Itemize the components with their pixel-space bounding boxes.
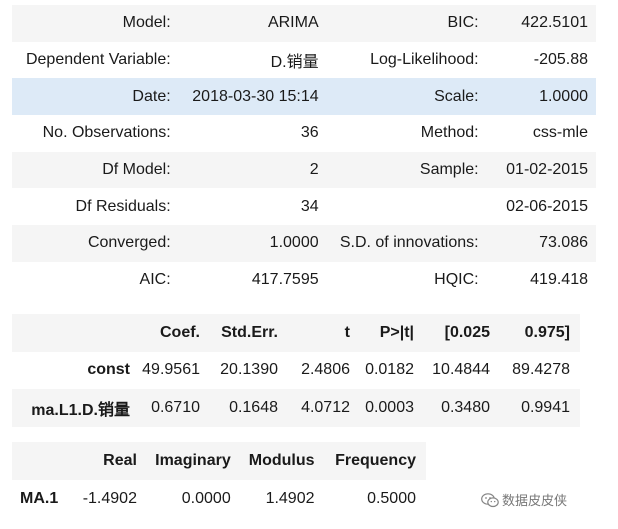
table-cell: 89.4278: [512, 361, 570, 379]
summary-label: No. Observations:: [42, 124, 171, 142]
table-cell: 0.5000: [367, 490, 416, 507]
summary-value: 73.086: [478, 225, 596, 262]
summary-row: Dependent Variable: D.销量 Log-Likelihood:…: [12, 42, 596, 79]
table-cell: 1.4902: [265, 490, 315, 507]
model-summary-table: Model: ARIMA BIC: 422.5101 Dependent Var…: [12, 5, 596, 299]
summary-row: AIC: 417.7595 HQIC: 419.418: [12, 262, 596, 299]
table-row: ma.L1.D.销量 0.6710 0.1648 4.0712 0.0003 0…: [12, 389, 580, 427]
summary-row: Df Model: 2 Sample: 01-02-2015: [12, 151, 596, 189]
summary-value: -205.88: [533, 51, 588, 69]
column-header: Imaginary: [136, 442, 231, 480]
summary-row: Df Residuals: 34 02-06-2015: [12, 188, 596, 225]
summary-label: Df Residuals:: [75, 197, 171, 215]
summary-value: 417.7595: [251, 271, 319, 289]
summary-value: D.销量: [270, 54, 319, 72]
table-cell: 0.9941: [490, 389, 580, 427]
summary-value: css-mle: [532, 124, 588, 142]
summary-value: 1.0000: [170, 225, 319, 262]
summary-label: AIC:: [139, 271, 171, 289]
summary-row: Converged: 1.0000 S.D. of innovations: 7…: [12, 225, 596, 262]
summary-label: Converged:: [12, 225, 171, 262]
summary-label: Df Model:: [12, 151, 171, 189]
summary-value: 01-02-2015: [478, 151, 596, 189]
column-header: Coef.: [130, 314, 200, 352]
table-cell: 0.1648: [200, 389, 278, 427]
summary-label: HQIC:: [434, 271, 479, 289]
column-header: Frequency: [314, 442, 426, 480]
row-label: const: [87, 361, 130, 379]
table-row: MA.1 -1.4902 0.0000 1.4902 0.5000: [12, 480, 426, 518]
summary-value: 2: [170, 151, 319, 189]
coefficients-table: Coef. Std.Err. t P>|t| [0.025 0.975] con…: [12, 314, 580, 427]
roots-header-row: Real Imaginary Modulus Frequency: [12, 442, 426, 480]
summary-label: Log-Likelihood:: [370, 51, 479, 69]
column-header: Real: [75, 442, 137, 480]
table-cell: 4.0712: [278, 389, 350, 427]
column-header: P>|t|: [350, 314, 414, 352]
table-cell: 10.4844: [432, 361, 490, 379]
summary-value: 1.0000: [478, 78, 596, 116]
column-header: [12, 442, 76, 480]
roots-table: Real Imaginary Modulus Frequency MA.1 -1…: [12, 442, 426, 518]
summary-value: 34: [300, 197, 319, 215]
column-header: 0.975]: [490, 314, 580, 352]
summary-label: Model:: [12, 5, 171, 42]
summary-value: 422.5101: [478, 5, 596, 42]
summary-row: No. Observations: 36 Method: css-mle: [12, 115, 596, 152]
table-cell: -1.4902: [82, 490, 137, 507]
table-cell: 0.0182: [365, 361, 414, 379]
column-header: Std.Err.: [200, 314, 278, 352]
watermark: 数据皮皮侠: [481, 490, 567, 509]
summary-row: Model: ARIMA BIC: 422.5101: [12, 5, 596, 42]
column-header: [12, 314, 130, 352]
summary-label: Date:: [12, 78, 171, 116]
summary-value: ARIMA: [170, 5, 319, 42]
summary-value: 419.418: [530, 271, 588, 289]
column-header: [0.025: [414, 314, 490, 352]
summary-label: [319, 188, 479, 225]
coefficients-header-row: Coef. Std.Err. t P>|t| [0.025 0.975]: [12, 314, 580, 352]
summary-value: 2018-03-30 15:14: [170, 78, 319, 116]
column-header: Modulus: [230, 442, 315, 480]
summary-value: 36: [300, 124, 319, 142]
table-cell: 0.3480: [414, 389, 490, 427]
summary-label: Sample:: [318, 151, 479, 189]
summary-label: Dependent Variable:: [25, 51, 171, 69]
row-label: MA.1: [20, 490, 59, 507]
summary-label: S.D. of innovations:: [318, 225, 479, 262]
table-cell: 0.0003: [350, 389, 414, 427]
table-cell: 49.9561: [142, 361, 200, 379]
table-cell: 0.0000: [181, 490, 231, 507]
summary-label: Scale:: [318, 78, 479, 116]
summary-row-highlighted: Date: 2018-03-30 15:14 Scale: 1.0000: [12, 78, 596, 116]
watermark-text: 数据皮皮侠: [502, 493, 568, 508]
summary-label: Method:: [420, 124, 479, 142]
table-row: const 49.9561 20.1390 2.4806 0.0182 10.4…: [12, 352, 580, 390]
column-header: t: [278, 314, 350, 352]
row-label: ma.L1.D.销量: [12, 389, 130, 427]
summary-value: 02-06-2015: [506, 197, 588, 215]
table-cell: 0.6710: [130, 389, 200, 427]
table-cell: 20.1390: [220, 361, 278, 379]
summary-label: BIC:: [318, 5, 479, 42]
table-cell: 2.4806: [301, 361, 350, 379]
wechat-icon: [481, 493, 499, 508]
